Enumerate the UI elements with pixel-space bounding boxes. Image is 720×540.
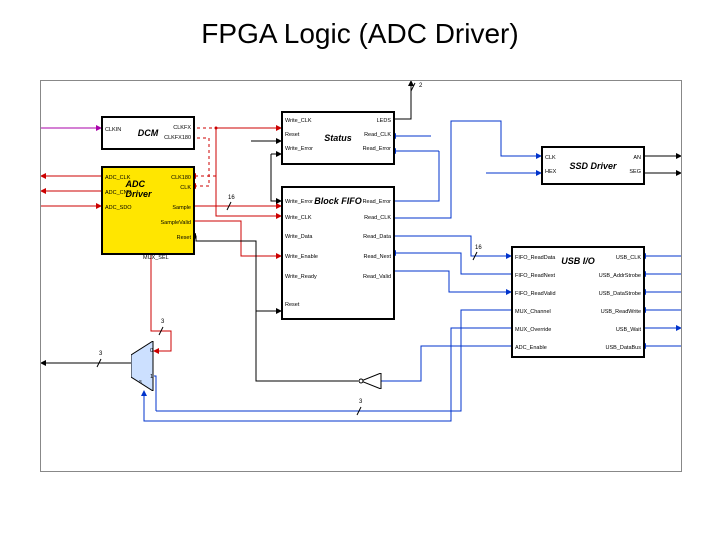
port-mux-override: MUX_Override — [515, 328, 551, 334]
port-adc-sdo: ADC_SDO — [105, 206, 132, 212]
label-status: Status — [324, 133, 352, 143]
block-diagram: CLKIN CLKFX CLKFX180 DCM ADC_CLK ADC_CNV… — [40, 80, 682, 472]
port-write-enable: Write_Enable — [285, 255, 318, 261]
block-usb-io: FIFO_ReadData FIFO_ReadNext FIFO_ReadVal… — [511, 246, 645, 358]
port-usb-databus: USB_DataBus — [606, 346, 641, 352]
port-mux-channel: MUX_Channel — [515, 310, 551, 316]
port-read-valid: Read_Valid — [363, 275, 391, 281]
inverter-icon — [359, 373, 383, 389]
label-dcm: DCM — [138, 128, 159, 138]
port-usb-readwrite: USB_ReadWrite — [601, 310, 641, 316]
port-hex: HEX — [545, 170, 556, 176]
port-write-ready: Write_Ready — [285, 275, 317, 281]
bus-leds: 2 — [419, 83, 422, 89]
label-usb: USB I/O — [561, 256, 595, 266]
mux-in1: 1 — [150, 375, 153, 381]
port-read-error-s: Read_Error — [363, 147, 391, 153]
block-adc-driver: ADC_CLK ADC_CNV ADC_SDO CLK180 CLK Sampl… — [101, 166, 195, 255]
port-fifo-readdata: FIFO_ReadData — [515, 256, 555, 262]
port-usb-datastrobe: USB_DataStrobe — [599, 292, 641, 298]
block-status: Write_CLK Reset Write_Error LEDS Read_CL… — [281, 111, 395, 165]
port-write-error-s: Write_Error — [285, 147, 313, 153]
port-clk180: CLK180 — [171, 176, 191, 182]
port-write-clk-s: Write_CLK — [285, 119, 312, 125]
bus-readdata: 16 — [475, 245, 482, 251]
port-sample: Sample — [172, 206, 191, 212]
port-clkin: CLKIN — [105, 128, 121, 134]
port-read-clk: Read_CLK — [364, 216, 391, 222]
port-usb-clk: USB_CLK — [616, 256, 641, 262]
label-ssd: SSD Driver — [569, 161, 616, 171]
mux: 0 1 s — [131, 341, 155, 385]
page-title: FPGA Logic (ADC Driver) — [0, 0, 720, 58]
block-fifo: Write_Error Write_CLK Write_Data Write_E… — [281, 186, 395, 320]
port-leds: LEDS — [377, 119, 391, 125]
port-fifo-readvalid: FIFO_ReadValid — [515, 292, 556, 298]
port-mux-sel: MUX_SEL — [143, 256, 169, 262]
port-read-clk-s: Read_CLK — [364, 133, 391, 139]
port-write-clk: Write_CLK — [285, 216, 312, 222]
label-fifo: Block FIFO — [314, 196, 362, 206]
port-clkfx: CLKFX — [173, 126, 191, 132]
port-fifo-readnext: FIFO_ReadNext — [515, 274, 555, 280]
label-adc-driver: ADC Driver — [126, 179, 171, 199]
port-usb-addrstrobe: USB_AddrStrobe — [599, 274, 641, 280]
mux-sel: s — [139, 380, 142, 386]
block-ssd-driver: CLK HEX AN SEG SSD Driver — [541, 146, 645, 185]
port-clk-ssd: CLK — [545, 156, 556, 162]
port-reset: Reset — [177, 236, 191, 242]
port-clkfx180: CLKFX180 — [164, 136, 191, 142]
port-read-data: Read_Data — [363, 235, 391, 241]
port-samplevalid: SampleValid — [161, 221, 191, 227]
block-dcm: CLKIN CLKFX CLKFX180 DCM — [101, 116, 195, 150]
mux-in0: 0 — [150, 349, 153, 355]
port-seg: SEG — [629, 170, 641, 176]
bus-sample: 16 — [228, 195, 235, 201]
bus-muxsel: 3 — [161, 319, 164, 325]
port-clk: CLK — [180, 186, 191, 192]
bus-muxchan: 3 — [359, 399, 362, 405]
port-an: AN — [633, 156, 641, 162]
port-read-error: Read_Error — [363, 200, 391, 206]
port-write-data: Write_Data — [285, 235, 312, 241]
port-adc-enable: ADC_Enable — [515, 346, 547, 352]
port-reset-s: Reset — [285, 133, 299, 139]
port-reset-f: Reset — [285, 303, 299, 309]
bus-muxout: 3 — [99, 351, 102, 357]
port-write-error: Write_Error — [285, 200, 313, 206]
port-usb-wait: USB_Wait — [616, 328, 641, 334]
port-read-next: Read_Next — [363, 255, 391, 261]
